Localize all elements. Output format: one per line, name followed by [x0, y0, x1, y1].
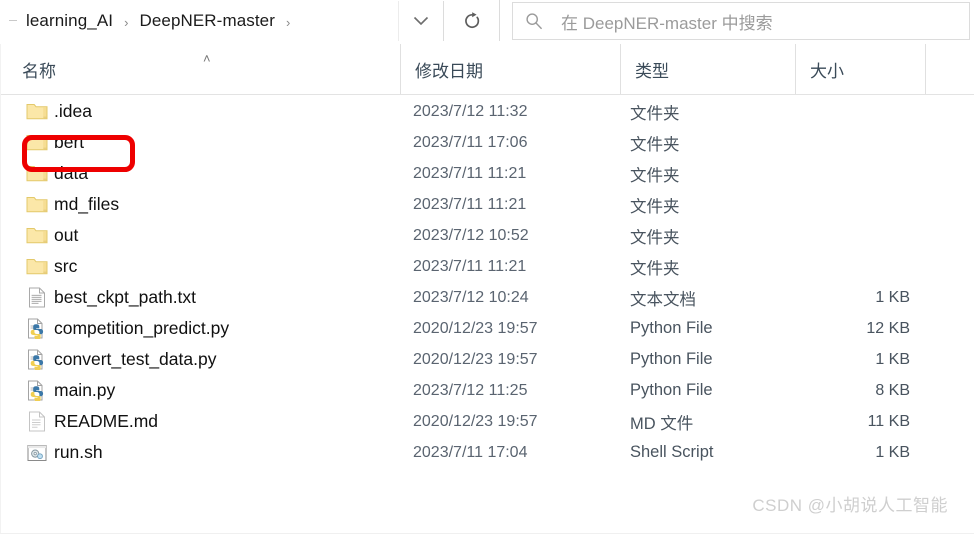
- refresh-icon: [464, 11, 479, 28]
- column-header-size[interactable]: 大小: [795, 44, 925, 94]
- python-file-icon: [26, 380, 48, 402]
- shell-script-icon: [26, 442, 48, 464]
- file-size: 1 KB: [875, 288, 910, 306]
- file-name[interactable]: bert: [54, 132, 84, 153]
- file-row[interactable]: competition_predict.py 2020/12/23 19:57 Py…: [0, 313, 974, 344]
- file-date-modified: 2023/7/12 11:32: [413, 102, 528, 120]
- file-type: Python File: [630, 319, 713, 337]
- file-name[interactable]: md_files: [54, 194, 119, 215]
- file-row[interactable]: src 2023/7/11 11:21 文件夹: [0, 251, 974, 282]
- file-size: 8 KB: [875, 381, 910, 399]
- file-size: 1 KB: [875, 443, 910, 461]
- file-row[interactable]: README.md 2020/12/23 19:57 MD 文件 11 KB: [0, 406, 974, 437]
- file-name[interactable]: convert_test_data.py: [54, 349, 216, 370]
- column-header-type[interactable]: 类型: [620, 44, 795, 94]
- file-row[interactable]: md_files 2023/7/11 11:21 文件夹: [0, 189, 974, 220]
- file-type: 文件夹: [630, 166, 680, 185]
- file-row[interactable]: .idea 2023/7/12 11:32 文件夹: [0, 96, 974, 127]
- file-type: 文件夹: [630, 104, 680, 123]
- chevron-down-icon[interactable]: [398, 1, 443, 41]
- address-bar[interactable]: learning_AI › DeepNER-master ›: [0, 1, 444, 41]
- file-date-modified: 2023/7/11 11:21: [413, 195, 527, 213]
- left-border-rule: [0, 44, 1, 534]
- column-header-type-label: 类型: [635, 61, 669, 81]
- search-input[interactable]: 在 DeepNER-master 中搜索: [551, 9, 773, 34]
- file-row[interactable]: best_ckpt_path.txt 2023/7/12 10:24 文本文档 1 K…: [0, 282, 974, 313]
- column-header-date-label: 修改日期: [415, 61, 483, 81]
- file-date-modified: 2023/7/11 17:04: [413, 443, 528, 461]
- file-date-modified: 2023/7/11 11:21: [413, 164, 527, 182]
- file-name[interactable]: data: [54, 163, 88, 184]
- folder-icon: [26, 132, 48, 154]
- refresh-button[interactable]: [444, 0, 500, 41]
- file-type: Python File: [630, 350, 713, 368]
- file-size: 1 KB: [875, 350, 910, 368]
- column-header-date-modified[interactable]: 修改日期: [400, 44, 620, 94]
- file-type: Python File: [630, 381, 713, 399]
- file-name[interactable]: competition_predict.py: [54, 318, 229, 339]
- file-date-modified: 2020/12/23 19:57: [413, 350, 538, 368]
- file-type: 文件夹: [630, 197, 680, 216]
- folder-icon: [26, 163, 48, 185]
- file-type: MD 文件: [630, 414, 694, 433]
- file-type: 文件夹: [630, 228, 680, 247]
- file-date-modified: 2023/7/11 17:06: [413, 133, 528, 151]
- search-box[interactable]: 在 DeepNER-master 中搜索: [512, 2, 970, 40]
- search-icon: [525, 12, 551, 30]
- text-file-icon: [26, 287, 48, 309]
- folder-icon: [26, 194, 48, 216]
- breadcrumb-separator-icon-2: ›: [286, 14, 291, 30]
- folder-icon: [26, 256, 48, 278]
- file-name[interactable]: best_ckpt_path.txt: [54, 287, 196, 308]
- watermark: CSDN @小胡说人工智能: [752, 496, 948, 515]
- breadcrumb-item-learning-ai[interactable]: learning_AI: [22, 9, 117, 33]
- file-row[interactable]: bert 2023/7/11 17:06 文件夹: [0, 127, 974, 158]
- python-file-icon: [26, 349, 48, 371]
- file-date-modified: 2023/7/12 11:25: [413, 381, 528, 399]
- file-date-modified: 2020/12/23 19:57: [413, 412, 538, 430]
- file-type: 文本文档: [630, 290, 696, 309]
- sort-ascending-icon: ˄: [203, 51, 211, 66]
- file-date-modified: 2023/7/12 10:52: [413, 226, 529, 244]
- python-file-icon: [26, 318, 48, 340]
- file-name[interactable]: main.py: [54, 380, 115, 401]
- column-header-size-label: 大小: [810, 61, 844, 81]
- file-row[interactable]: data 2023/7/11 11:21 文件夹: [0, 158, 974, 189]
- file-type: 文件夹: [630, 135, 680, 154]
- file-row[interactable]: out 2023/7/12 10:52 文件夹: [0, 220, 974, 251]
- file-row[interactable]: convert_test_data.py 2020/12/23 19:57 Pyth…: [0, 344, 974, 375]
- file-name[interactable]: README.md: [54, 411, 158, 432]
- folder-icon: [26, 101, 48, 123]
- file-name[interactable]: run.sh: [54, 442, 103, 463]
- file-row[interactable]: main.py 2023/7/12 11:25 Python File 8 KB: [0, 375, 974, 406]
- file-date-modified: 2023/7/11 11:21: [413, 257, 527, 275]
- column-header-spacer[interactable]: [925, 44, 974, 94]
- file-type: 文件夹: [630, 259, 680, 278]
- file-name[interactable]: .idea: [54, 101, 92, 122]
- file-size: 12 KB: [866, 319, 910, 337]
- file-row[interactable]: run.sh 2023/7/11 17:04 Shell Script 1 KB: [0, 437, 974, 468]
- column-header-name-label: 名称: [22, 61, 56, 81]
- file-list: .idea 2023/7/12 11:32 文件夹 bert 2023/7/11 17:…: [0, 96, 974, 486]
- file-size: 11 KB: [867, 412, 910, 430]
- breadcrumb-separator-icon: ›: [124, 14, 129, 30]
- breadcrumb-overflow-icon[interactable]: [8, 12, 18, 30]
- file-date-modified: 2020/12/23 19:57: [413, 319, 538, 337]
- explorer-toolbar: learning_AI › DeepNER-master › 在 DeepNER…: [0, 0, 974, 45]
- column-header-row: 名称 ˄ 修改日期 类型 大小: [0, 44, 974, 95]
- file-name[interactable]: src: [54, 256, 77, 277]
- file-date-modified: 2023/7/12 10:24: [413, 288, 529, 306]
- folder-icon: [26, 225, 48, 247]
- breadcrumb-item-deepner-master[interactable]: DeepNER-master: [135, 9, 279, 33]
- md-file-icon: [26, 411, 48, 433]
- file-name[interactable]: out: [54, 225, 78, 246]
- file-type: Shell Script: [630, 443, 714, 461]
